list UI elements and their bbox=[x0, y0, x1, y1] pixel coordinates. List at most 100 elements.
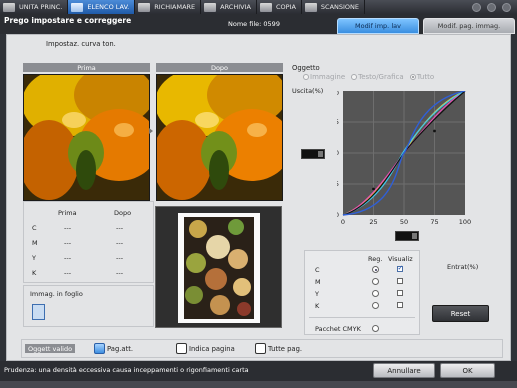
copy-icon bbox=[259, 2, 272, 12]
scan-icon bbox=[304, 2, 317, 12]
before-value: --- bbox=[64, 239, 72, 247]
channel-label: M bbox=[32, 239, 38, 247]
tone-curve-panel: Impostaz. curva ton. Prima Dopo Prima Do… bbox=[6, 34, 511, 361]
x-tick-label: 100 bbox=[459, 218, 471, 226]
pacchet-cmyk-radio[interactable] bbox=[372, 325, 379, 332]
reg-radio-m[interactable] bbox=[372, 278, 379, 285]
before-image bbox=[23, 74, 150, 201]
after-value: --- bbox=[116, 239, 124, 247]
before-preview: Prima bbox=[23, 63, 150, 201]
sheet-image-box: Immag. in foglio bbox=[23, 285, 154, 327]
file-name: Nome file: 0599 bbox=[228, 20, 280, 28]
before-label: Prima bbox=[23, 63, 150, 72]
oggetto-option-testo[interactable]: Testo/Grafica bbox=[351, 73, 404, 81]
before-value: --- bbox=[64, 269, 72, 277]
channel-label: Y bbox=[315, 290, 319, 298]
divider bbox=[309, 317, 415, 318]
oggetto-option-tutto[interactable]: Tutto bbox=[409, 73, 434, 81]
file-name-label: Nome file bbox=[228, 20, 260, 28]
radio-icon bbox=[409, 74, 416, 80]
tab-label: RICHIAMARE bbox=[154, 3, 196, 11]
reg-radio-y[interactable] bbox=[372, 290, 379, 297]
tab-unita-princ[interactable]: UNITA PRINC. bbox=[0, 0, 69, 14]
checkbox-icon bbox=[94, 343, 105, 354]
option-label: Testo/Grafica bbox=[358, 73, 404, 81]
reg-radio-c[interactable] bbox=[372, 266, 379, 273]
curve-point[interactable] bbox=[433, 129, 436, 133]
tab-modif-pag-immag[interactable]: Modif. pag. immag. bbox=[423, 18, 515, 34]
tab-scansione[interactable]: SCANSIONE bbox=[302, 0, 366, 14]
after-preview: Dopo bbox=[156, 63, 283, 201]
cancel-button[interactable]: Annullare bbox=[373, 363, 435, 378]
system-icons bbox=[472, 0, 517, 14]
tone-curve-chart[interactable]: 100 75 50 25 0 0 25 50 75 100 bbox=[337, 91, 481, 231]
machine-icon bbox=[3, 2, 15, 12]
page-thumbnail bbox=[178, 213, 260, 323]
file-name-value: 0599 bbox=[263, 20, 280, 28]
x-tick-label: 25 bbox=[369, 218, 377, 226]
visualiz-checkbox-c[interactable] bbox=[397, 264, 403, 272]
visualiz-checkbox-y[interactable] bbox=[397, 290, 403, 296]
job-list-icon bbox=[71, 2, 84, 12]
bottom-strip bbox=[0, 381, 517, 388]
page-thumbnail-frame[interactable] bbox=[155, 206, 282, 328]
y-tick-label: 50 bbox=[337, 149, 339, 157]
channel-selection-box: Reg. Visualiz C M Y K Pacchet CMYK bbox=[304, 250, 420, 335]
tab-elenco-lav[interactable]: ELENCO LAV. bbox=[68, 0, 136, 14]
status-bar: Prudenza: una densità eccessiva causa in… bbox=[0, 361, 517, 381]
output-stepper[interactable] bbox=[301, 149, 325, 159]
option-label: Pag.att. bbox=[107, 344, 134, 353]
tab-richiamare[interactable]: RICHIAMARE bbox=[135, 0, 202, 14]
help-icon[interactable] bbox=[502, 2, 511, 12]
after-image bbox=[156, 74, 283, 201]
pacchet-cmyk-label: Pacchet CMYK bbox=[315, 325, 361, 333]
channel-label: C bbox=[315, 266, 320, 274]
x-tick-label: 75 bbox=[430, 218, 438, 226]
option-pag-att[interactable]: Pag.att. bbox=[94, 342, 133, 355]
reg-radio-k[interactable] bbox=[372, 302, 379, 309]
checkbox-icon bbox=[176, 343, 187, 354]
target-page-bar: Oggett valido Pag.att. Indica pagina Tut… bbox=[21, 339, 503, 358]
volume-icon[interactable] bbox=[487, 2, 496, 12]
channel-label: C bbox=[32, 224, 37, 232]
tab-label: ARCHIVIA bbox=[220, 3, 251, 11]
channel-label: K bbox=[315, 302, 320, 310]
before-value: --- bbox=[64, 254, 72, 262]
x-tick-label: 50 bbox=[400, 218, 408, 226]
warning-message: Prudenza: una densità eccessiva causa in… bbox=[4, 366, 249, 374]
visualiz-checkbox-m[interactable] bbox=[397, 278, 403, 284]
option-tutte-pag[interactable]: Tutte pag. bbox=[255, 342, 302, 355]
tab-label: UNITA PRINC. bbox=[19, 3, 63, 11]
oggetto-options: Immagine Testo/Grafica Tutto bbox=[303, 73, 434, 81]
x-axis-label: Entrat(%) bbox=[447, 263, 479, 271]
option-indica-pagina[interactable]: Indica pagina bbox=[176, 342, 235, 355]
arrow-icon bbox=[149, 128, 153, 134]
visualiz-checkbox-k[interactable] bbox=[397, 302, 403, 308]
recall-icon bbox=[138, 2, 151, 12]
y-tick-label: 0 bbox=[337, 211, 339, 219]
input-stepper[interactable] bbox=[395, 231, 419, 241]
y-tick-label: 100 bbox=[337, 91, 339, 97]
top-tab-bar: UNITA PRINC. ELENCO LAV. RICHIAMARE ARCH… bbox=[0, 0, 517, 14]
tab-label: SCANSIONE bbox=[320, 3, 360, 11]
tab-modif-imp-lav[interactable]: Modif imp. lav bbox=[337, 18, 419, 34]
x-tick-label: 0 bbox=[341, 218, 345, 226]
after-label: Dopo bbox=[156, 63, 283, 72]
channel-label: M bbox=[315, 278, 321, 286]
tab-copia[interactable]: COPIA bbox=[257, 0, 302, 14]
curve-point[interactable] bbox=[372, 187, 375, 191]
tab-archivia[interactable]: ARCHIVIA bbox=[201, 0, 257, 14]
archive-icon bbox=[204, 2, 217, 12]
option-label: Indica pagina bbox=[189, 344, 235, 353]
channel-label: Y bbox=[32, 254, 36, 262]
oggetto-option-immagine[interactable]: Immagine bbox=[303, 73, 345, 81]
tab-label: COPIA bbox=[275, 3, 296, 11]
reset-button[interactable]: Reset bbox=[432, 305, 489, 322]
radio-icon bbox=[303, 74, 309, 80]
sheet-image-icon[interactable] bbox=[32, 304, 45, 320]
globe-icon[interactable] bbox=[472, 2, 481, 12]
sheet-image-label: Immag. in foglio bbox=[30, 290, 83, 298]
ok-button[interactable]: OK bbox=[440, 363, 495, 378]
col-reg: Reg. bbox=[368, 255, 383, 263]
screen-title: Prego impostare e correggere bbox=[4, 16, 132, 25]
